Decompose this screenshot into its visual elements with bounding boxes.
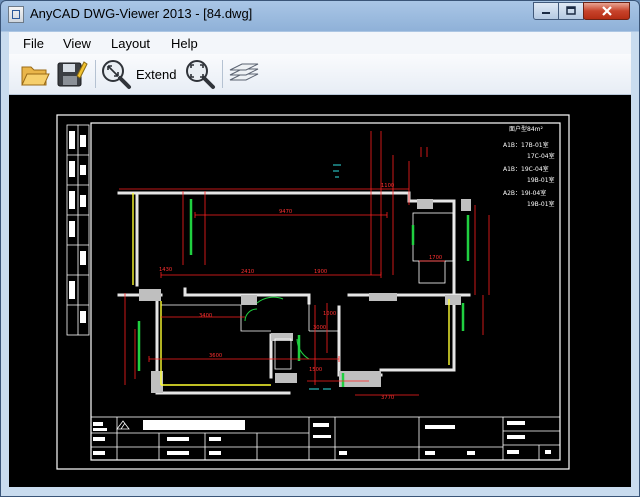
layers-icon bbox=[229, 63, 259, 81]
dimension-text: 1000 bbox=[323, 311, 336, 317]
toolbar-separator-2 bbox=[222, 60, 223, 88]
menu-help[interactable]: Help bbox=[171, 36, 198, 51]
menu-bar: File View Layout Help bbox=[9, 32, 631, 54]
menu-view[interactable]: View bbox=[63, 36, 91, 51]
legend-row: A2B：19I-04室 bbox=[503, 189, 546, 197]
cyan-marks bbox=[309, 164, 341, 390]
open-folder-icon bbox=[21, 66, 50, 86]
zoom-extents-button[interactable] bbox=[99, 58, 133, 90]
legend-row: 17C-04室 bbox=[527, 152, 555, 160]
app-icon[interactable] bbox=[8, 6, 24, 23]
dimension-labels: 9470 3400 2410 1900 3600 1430 1700 3770 … bbox=[159, 183, 442, 401]
toolbar: Extend bbox=[9, 54, 631, 95]
drawing-canvas[interactable]: 9470 3400 2410 1900 3600 1430 1700 3770 … bbox=[9, 95, 631, 487]
sheet-border bbox=[56, 114, 570, 470]
unit-legend: 面户型84m² A1B：17B-01室 17C-04室 A1B：19C-04室 … bbox=[503, 125, 555, 208]
door-arcs bbox=[244, 296, 310, 360]
dimension-text: 1100 bbox=[381, 183, 394, 189]
dimension-text: 3770 bbox=[381, 395, 394, 401]
zoom-window-icon bbox=[186, 60, 215, 89]
title-bar[interactable]: AnyCAD DWG-Viewer 2013 - [84.dwg] bbox=[1, 1, 639, 29]
extend-label[interactable]: Extend bbox=[136, 67, 176, 82]
dimension-text: 3600 bbox=[209, 353, 222, 359]
legend-title: 面户型84m² bbox=[509, 125, 543, 133]
dimension-text: 3000 bbox=[313, 325, 326, 331]
dimension-ticks bbox=[148, 212, 388, 362]
layers-button[interactable] bbox=[227, 58, 261, 90]
dimension-text: 1900 bbox=[314, 269, 327, 275]
menu-layout[interactable]: Layout bbox=[111, 36, 150, 51]
open-button[interactable] bbox=[19, 58, 51, 90]
save-button[interactable] bbox=[55, 58, 89, 90]
close-button[interactable] bbox=[583, 2, 630, 20]
app-window: AnyCAD DWG-Viewer 2013 - [84.dwg] File V… bbox=[0, 0, 640, 497]
save-disk-icon bbox=[57, 61, 88, 87]
window-title: AnyCAD DWG-Viewer 2013 - [84.dwg] bbox=[30, 6, 253, 21]
dimension-text: 2410 bbox=[241, 269, 254, 275]
floor-plan-walls bbox=[117, 191, 471, 395]
drawing-frame bbox=[90, 122, 561, 461]
zoom-extents-icon bbox=[102, 60, 131, 89]
dimension-text: 1500 bbox=[309, 367, 322, 373]
project-name-bar bbox=[143, 420, 245, 430]
dimension-text: 1430 bbox=[159, 267, 172, 273]
minimize-button[interactable] bbox=[533, 2, 559, 20]
legend-row: A1B：19C-04室 bbox=[503, 165, 549, 173]
legend-row: A1B：17B-01室 bbox=[503, 141, 549, 149]
dimension-text: 9470 bbox=[279, 209, 292, 215]
toolbar-separator bbox=[95, 60, 96, 88]
legend-row: 19B-01室 bbox=[527, 200, 555, 208]
close-icon bbox=[601, 6, 612, 16]
dwg-drawing: 9470 3400 2410 1900 3600 1430 1700 3770 … bbox=[56, 114, 570, 470]
left-strip-text bbox=[69, 131, 86, 323]
legend-row: 19B-01室 bbox=[527, 176, 555, 184]
dimension-text: 3400 bbox=[199, 313, 212, 319]
dimension-text: 1700 bbox=[429, 255, 442, 261]
zoom-window-button[interactable] bbox=[183, 58, 217, 90]
maximize-button[interactable] bbox=[558, 2, 584, 20]
maximize-icon bbox=[566, 6, 576, 15]
menu-file[interactable]: File bbox=[23, 36, 44, 51]
minimize-icon bbox=[542, 12, 550, 14]
north-arrow-logo bbox=[116, 420, 130, 430]
